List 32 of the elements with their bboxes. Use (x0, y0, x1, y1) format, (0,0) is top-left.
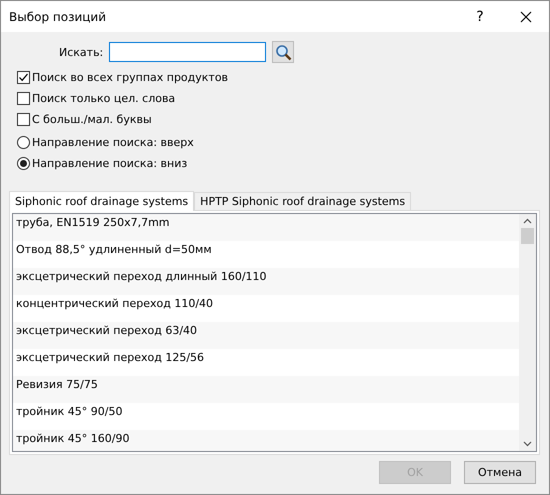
list-item[interactable]: тройник 45° 160/90 (16, 432, 130, 445)
checkbox[interactable] (17, 113, 30, 126)
search-label: Искать: (59, 46, 104, 58)
scroll-thumb[interactable] (521, 228, 534, 244)
list-item[interactable]: эксцетрический переход 63/40 (16, 324, 198, 337)
radio-label: Направление поиска: вниз (32, 157, 188, 170)
scroll-down-icon[interactable] (523, 441, 532, 447)
search-button[interactable] (272, 41, 294, 63)
window-title: Выбор позиций (9, 10, 108, 24)
tab[interactable]: Siphonic roof drainage systems (9, 191, 194, 211)
checkbox[interactable] (17, 92, 30, 105)
list-item[interactable]: эксцетрический переход 125/56 (16, 351, 204, 364)
list-item[interactable]: тройник 45° 90/50 (16, 405, 122, 418)
scroll-up-icon[interactable] (523, 218, 532, 224)
tab[interactable]: HPTP Siphonic roof drainage systems (194, 192, 412, 210)
cancel-button[interactable]: Отмена (464, 461, 536, 484)
checkbox-label: С больш./мал. буквы (32, 113, 152, 126)
search-icon (274, 44, 292, 60)
checkbox-label: Поиск только цел. слова (32, 92, 176, 105)
radio-label: Направление поиска: вверх (32, 136, 194, 149)
close-icon (520, 10, 532, 22)
list-item[interactable]: Отвод 88,5° удлиненный d=50мм (16, 243, 212, 256)
help-button[interactable]: ? (457, 1, 503, 32)
search-field[interactable] (109, 42, 266, 62)
scrollbar[interactable] (519, 214, 536, 451)
list-item[interactable]: концентрический переход 110/40 (16, 297, 214, 310)
list-item[interactable]: труба, EN1519 250x7,7mm (16, 216, 170, 229)
checkbox-label: Поиск во всех группах продуктов (32, 71, 228, 84)
radio-button[interactable] (17, 136, 30, 149)
radio-button[interactable] (17, 157, 30, 170)
list-item[interactable]: Ревизия 75/75 (16, 378, 98, 391)
checkbox[interactable] (17, 71, 30, 84)
